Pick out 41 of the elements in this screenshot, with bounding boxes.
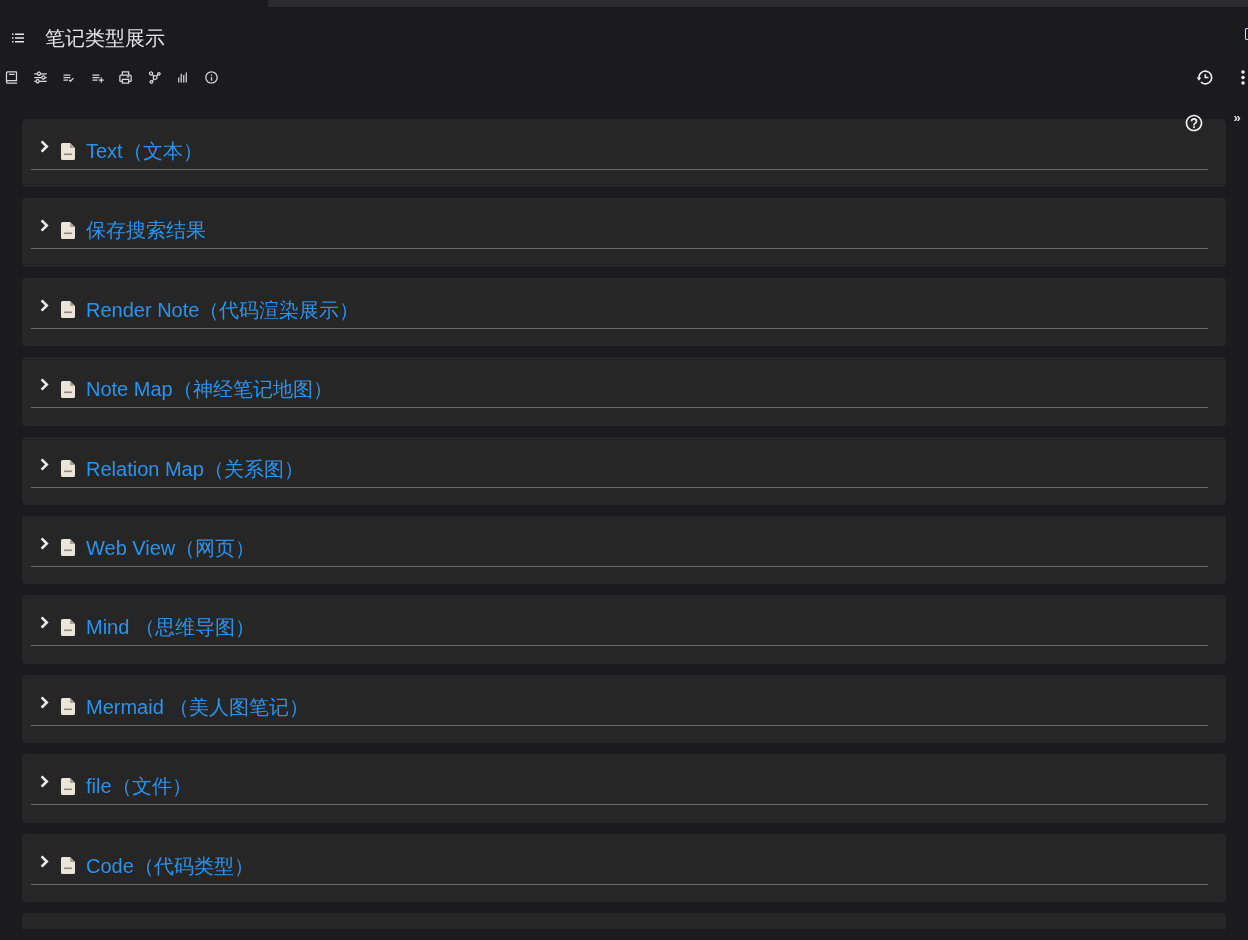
chevron-icon[interactable] bbox=[40, 616, 49, 630]
document-icon bbox=[61, 777, 75, 795]
info-icon[interactable] bbox=[203, 69, 219, 85]
note-title-link[interactable]: 保存搜索结果 bbox=[86, 216, 206, 245]
chevron-icon[interactable] bbox=[40, 536, 49, 550]
expand-pane-button[interactable]: » bbox=[1232, 110, 1242, 126]
chevron-icon[interactable] bbox=[40, 378, 49, 392]
note-title-link[interactable]: Note Map（神经笔记地图） bbox=[86, 375, 333, 404]
note-title[interactable]: 笔记类型展示 bbox=[45, 23, 165, 53]
note-title-link[interactable]: Text（文本） bbox=[86, 137, 203, 165]
document-icon bbox=[61, 539, 75, 557]
more-icon[interactable] bbox=[1241, 69, 1245, 85]
note-title-link[interactable]: Web View（网页） bbox=[86, 533, 256, 562]
document-icon bbox=[61, 460, 75, 478]
chevron-icon[interactable] bbox=[40, 457, 49, 471]
help-icon[interactable] bbox=[1184, 113, 1204, 133]
chevron-icon[interactable] bbox=[40, 775, 49, 789]
note-title-link[interactable]: Code（代码类型） bbox=[86, 851, 254, 880]
document-icon bbox=[61, 301, 75, 319]
network-icon[interactable] bbox=[146, 69, 162, 85]
chevron-icon[interactable] bbox=[40, 140, 49, 153]
note-title-link[interactable]: Mind （思维导图） bbox=[86, 613, 255, 642]
history-icon[interactable] bbox=[1195, 67, 1214, 87]
document-icon bbox=[61, 857, 75, 874]
chevron-icon[interactable] bbox=[40, 298, 49, 312]
document-icon bbox=[61, 618, 75, 636]
sliders-icon[interactable] bbox=[32, 69, 48, 85]
partial-icon[interactable] bbox=[1245, 28, 1248, 40]
printer-icon[interactable] bbox=[118, 69, 133, 85]
book-icon[interactable] bbox=[4, 69, 19, 85]
document-icon bbox=[61, 142, 75, 160]
document-icon bbox=[61, 698, 75, 716]
document-icon bbox=[61, 221, 75, 239]
note-title-link[interactable]: Render Note（代码渲染展示） bbox=[86, 295, 360, 324]
note-title-link[interactable]: file（文件） bbox=[86, 772, 192, 801]
chevron-icon[interactable] bbox=[40, 219, 49, 233]
note-title-link[interactable]: Mermaid （美人图笔记） bbox=[86, 692, 310, 721]
chevron-icon[interactable] bbox=[40, 854, 49, 868]
note-title-link[interactable]: Relation Map（关系图） bbox=[86, 454, 304, 483]
chevron-icon[interactable] bbox=[40, 695, 49, 709]
document-icon bbox=[61, 380, 75, 398]
